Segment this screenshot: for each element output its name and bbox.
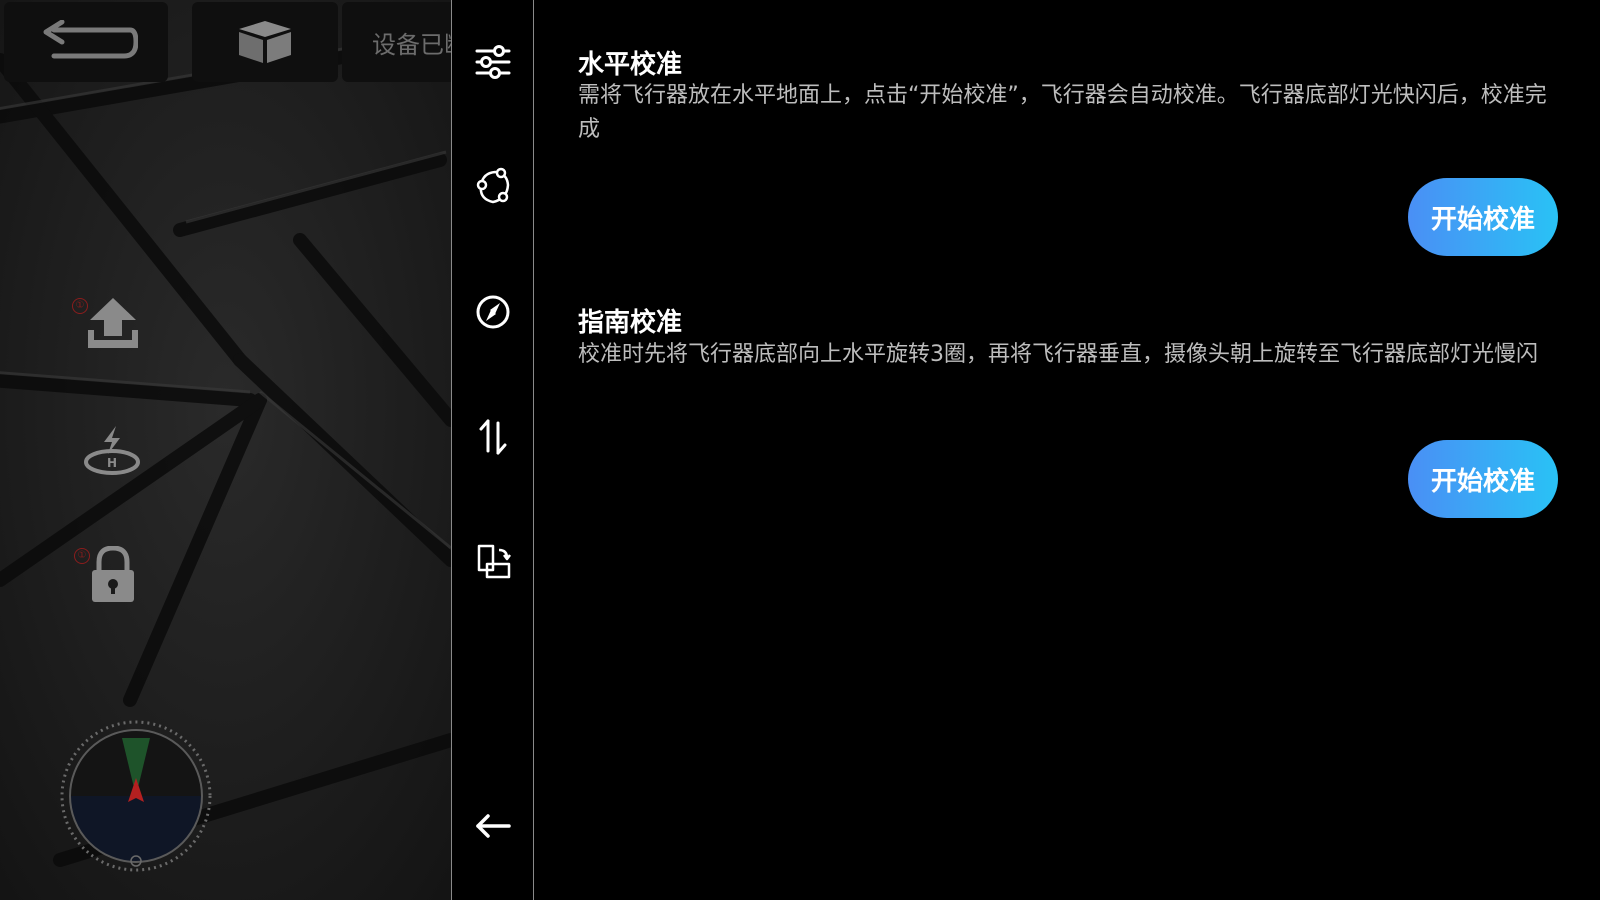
connection-status-text: 设备已断开 bbox=[372, 30, 451, 59]
compass-calibration-title: 指南校准 bbox=[578, 308, 683, 338]
gyro-calibration-icon bbox=[476, 167, 509, 204]
collapse-arrow-icon bbox=[475, 814, 511, 838]
up-down-arrows-icon bbox=[479, 419, 506, 455]
rail-item-calibration[interactable] bbox=[452, 282, 533, 342]
compass-radar bbox=[58, 718, 214, 878]
return-home-icon: H bbox=[84, 426, 140, 475]
rail-collapse-button[interactable] bbox=[452, 796, 533, 856]
media-button[interactable] bbox=[192, 2, 338, 82]
connection-status: 设备已断开 bbox=[342, 2, 451, 82]
calibration-panel: 水平校准 需将飞行器放在水平地面上，点击“开始校准”，飞行器会自动校准。飞行器底… bbox=[534, 0, 1600, 900]
start-horizontal-calibration-button[interactable]: 开始校准 bbox=[1408, 178, 1558, 256]
svg-text:H: H bbox=[107, 456, 117, 470]
takeoff-warning-badge: ① bbox=[72, 298, 88, 314]
horizontal-calibration-description: 需将飞行器放在水平地面上，点击“开始校准”，飞行器会自动校准。飞行器底部灯光快闪… bbox=[578, 83, 1547, 142]
sliders-icon bbox=[475, 45, 510, 79]
lock-warning-badge: ① bbox=[74, 548, 90, 564]
rail-item-general-settings[interactable] bbox=[452, 32, 533, 92]
horizontal-calibration-title: 水平校准 bbox=[578, 50, 683, 80]
lock-button[interactable] bbox=[90, 545, 136, 608]
compass-calibration-description: 校准时先将飞行器底部向上水平旋转3圈，再将飞行器垂直，摄像头朝上旋转至飞行器底部… bbox=[578, 342, 1539, 367]
lock-icon bbox=[92, 545, 134, 602]
rotate-screen-icon bbox=[477, 544, 511, 579]
compass-radar-icon bbox=[60, 720, 212, 872]
cube-icon bbox=[239, 21, 291, 63]
rail-item-screen[interactable] bbox=[452, 532, 533, 592]
flight-view: 设备已断开 ① H bbox=[0, 0, 451, 900]
takeoff-icon bbox=[88, 298, 138, 348]
settings-rail bbox=[451, 0, 534, 900]
app-screen: 设备已断开 ① H bbox=[0, 0, 1600, 900]
compass-icon bbox=[476, 295, 509, 329]
return-home-button[interactable]: H bbox=[82, 424, 142, 480]
takeoff-button[interactable] bbox=[84, 296, 142, 358]
rail-item-gyro[interactable] bbox=[452, 157, 533, 217]
start-compass-calibration-button[interactable]: 开始校准 bbox=[1408, 440, 1558, 518]
back-button[interactable] bbox=[4, 2, 168, 82]
rail-item-transfer[interactable] bbox=[452, 407, 533, 467]
back-arrow-icon bbox=[43, 20, 138, 59]
